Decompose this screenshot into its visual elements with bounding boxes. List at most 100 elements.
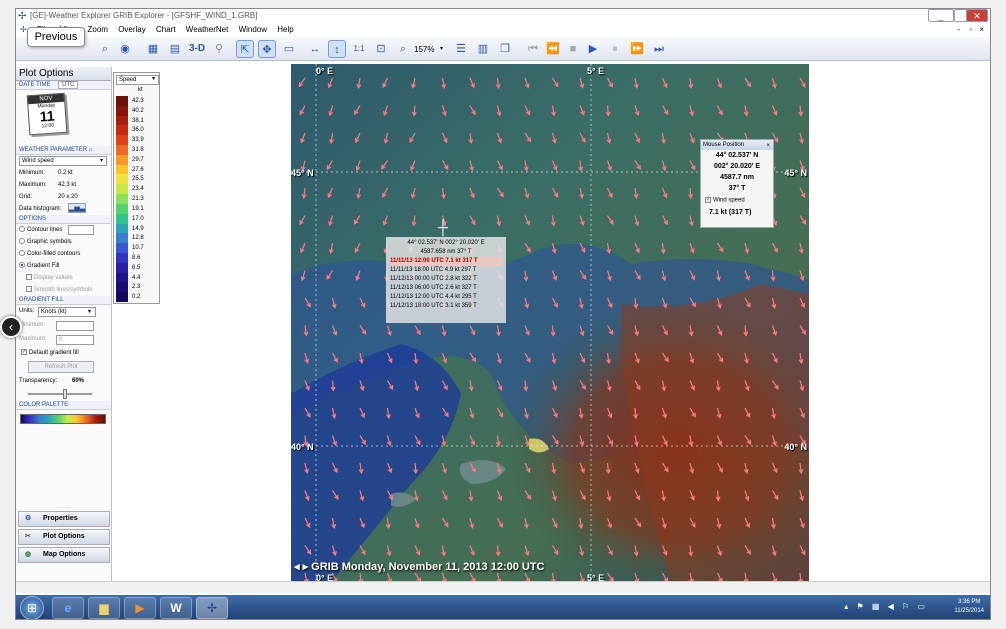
color-palette-bar[interactable] [20, 414, 106, 424]
histogram-label: Data histogram: [19, 206, 62, 212]
split-vertical-icon[interactable]: ▥ [474, 40, 492, 58]
search-icon[interactable]: ⌕ [96, 40, 114, 58]
play-icon[interactable]: ▶ [584, 40, 602, 58]
slider-thumb[interactable] [63, 389, 67, 399]
actual-size-icon[interactable]: 1:1 [350, 40, 368, 58]
calendar-icon[interactable]: NOV Monday 11 12:00 [16, 90, 111, 146]
legend-value: 19.1 [132, 205, 144, 212]
internet-explorer-icon[interactable]: e [52, 597, 84, 619]
system-tray-icons[interactable]: ▴ ⚑ ▦ ◀ ⚐ ▭ [844, 602, 928, 611]
weather-param-label: WEATHER PARAMETER [19, 147, 88, 153]
mouse-position-panel: Mouse Position × 44° 02.537' N 002° 20.02… [700, 139, 774, 228]
menu-help[interactable]: Help [273, 23, 297, 37]
units-row: Units: Knots (kt) ▾ [16, 305, 111, 319]
transparency-slider[interactable] [16, 387, 111, 401]
menu-chart[interactable]: Chart [152, 23, 180, 37]
min-row: Minimum: 0.2 kt [16, 167, 111, 179]
grad-min-input[interactable] [56, 321, 94, 331]
pause-icon[interactable]: ⏸ [606, 40, 624, 58]
utc-tab[interactable]: UTC [58, 81, 79, 89]
grid-icon[interactable]: ▦ [144, 40, 162, 58]
data-tooltip: 44° 02.537' N 002° 20.020' E 4587.658 nm… [386, 237, 506, 323]
pin-icon[interactable]: ⚲ [210, 40, 228, 58]
status-bar [16, 581, 990, 593]
display-values-label: Display values [34, 275, 73, 281]
map-options-label: Map Options [43, 551, 86, 558]
option-contour[interactable]: Contour lines [16, 224, 111, 236]
last-frame-icon[interactable]: ⏭ [650, 40, 668, 58]
fit-width-icon[interactable]: ↔ [306, 40, 324, 58]
zoom-dropdown-chevron-icon[interactable]: ▾ [440, 45, 443, 52]
speed-legend: Speed ▾ kt 42.3 40.2 38.1 36.0 33.9 31.8 29.7 2… [113, 72, 160, 304]
lat-label-40-left: 40° N [291, 442, 314, 452]
layer-icon[interactable]: ▭ [280, 40, 298, 58]
display-values-check[interactable]: Display values [16, 272, 111, 284]
plot-options-panel: Plot Options DATE TIME UTC NOV Monday 11… [16, 67, 112, 581]
first-frame-icon[interactable]: ⏮ [524, 40, 542, 58]
legend-value: 4.4 [132, 274, 141, 281]
rewind-icon[interactable]: ⏪ [544, 40, 562, 58]
calendar-time: 12:00 [41, 122, 55, 130]
smooth-check[interactable]: Smooth lines/symbols [16, 284, 111, 296]
weather-param-section: WEATHER PARAMETER ⌂ [16, 146, 111, 155]
minimize-button[interactable]: _ [928, 9, 954, 22]
cascade-icon[interactable]: ❐ [496, 40, 514, 58]
legend-value: 10.7 [132, 245, 144, 252]
close-button[interactable]: ✕ [966, 9, 988, 22]
units-label: Units: [19, 308, 35, 314]
wind-speed-check[interactable]: ✓ Wind speed [701, 197, 773, 207]
properties-button[interactable]: ⚙ Properties [18, 511, 110, 527]
histogram-icon[interactable]: ▂▅▃ [68, 203, 86, 213]
transparency-value: 60% [72, 378, 85, 384]
grib-explorer-taskbar-icon[interactable]: ✢ [196, 597, 228, 619]
zoom-icon[interactable]: ⌕ [394, 40, 412, 58]
pan-tool-icon[interactable]: ✥ [258, 40, 276, 58]
lat-label-45-right: 45° N [784, 168, 807, 178]
chart-icon[interactable]: ▤ [166, 40, 184, 58]
menu-weathernet[interactable]: WeatherNet [182, 23, 233, 37]
contour-color-box[interactable] [68, 225, 94, 235]
select-tool-icon[interactable]: ⇱ [236, 40, 254, 58]
grad-max-input[interactable]: 0 [56, 335, 94, 345]
tools-icon: ✂ [25, 533, 31, 540]
media-player-icon[interactable]: ▶ [124, 597, 156, 619]
word-icon[interactable]: W [160, 597, 192, 619]
zoom-level[interactable]: 157% [414, 45, 434, 54]
file-explorer-icon[interactable]: ▆ [88, 597, 120, 619]
option-graphic[interactable]: Graphic symbols [16, 236, 111, 248]
tooltip-row-current: 11/11/13 12:00 UTC 7.1 kt 317 T [390, 257, 502, 266]
param-select[interactable]: Wind speed [19, 156, 107, 166]
option-color-filled[interactable]: Color-filled contours [16, 248, 111, 260]
splitter-grip[interactable]: ········· [16, 506, 112, 511]
refresh-plot-button[interactable]: Refresh Plot [28, 361, 94, 373]
zoom-box-icon[interactable]: ⊡ [372, 40, 390, 58]
legend-scale: 42.3 40.2 38.1 36.0 33.9 31.8 29.7 27.6 25.5 23.4… [116, 96, 159, 302]
menu-zoom[interactable]: Zoom [84, 23, 112, 37]
clock[interactable]: 3:36 PM 11/25/2014 [954, 598, 984, 616]
stop-icon[interactable]: ■ [564, 40, 582, 58]
menu-window[interactable]: Window [235, 23, 271, 37]
start-button[interactable]: ⊞ [20, 596, 44, 619]
fast-forward-icon[interactable]: ⏩ [628, 40, 646, 58]
panel-title: Plot Options [16, 67, 111, 81]
menu-overlay[interactable]: Overlay [114, 23, 150, 37]
split-horizontal-icon[interactable]: ☰ [452, 40, 470, 58]
plot-options-button[interactable]: ✂ Plot Options [18, 529, 110, 545]
back-chevron-icon[interactable]: ‹ [0, 316, 22, 338]
fit-height-icon[interactable]: ↕ [328, 40, 346, 58]
grad-min-label: Minimum: [19, 322, 46, 328]
map-options-button[interactable]: ◍ Map Options [18, 547, 110, 563]
legend-value: 31.8 [132, 147, 144, 154]
param-chevron-icon: ▾ [100, 158, 104, 164]
default-fill-check[interactable]: ✓ Default gradient fill [16, 347, 111, 359]
max-value: 42.3 kt [58, 182, 77, 188]
panel-close-icon[interactable]: × [766, 141, 770, 151]
globe-icon[interactable]: ◉ [116, 40, 134, 58]
legend-swatch [116, 125, 128, 136]
home-icon[interactable]: ⌂ [89, 147, 93, 153]
prev-next-arrows-icon[interactable]: ◂ ▸ [294, 561, 308, 573]
mdi-close-button[interactable]: × [975, 23, 988, 37]
mdi-minimize-button[interactable]: - [953, 23, 964, 37]
option-gradient[interactable]: Gradient Fill [16, 260, 111, 272]
three-d-button[interactable]: 3-D [186, 40, 208, 58]
